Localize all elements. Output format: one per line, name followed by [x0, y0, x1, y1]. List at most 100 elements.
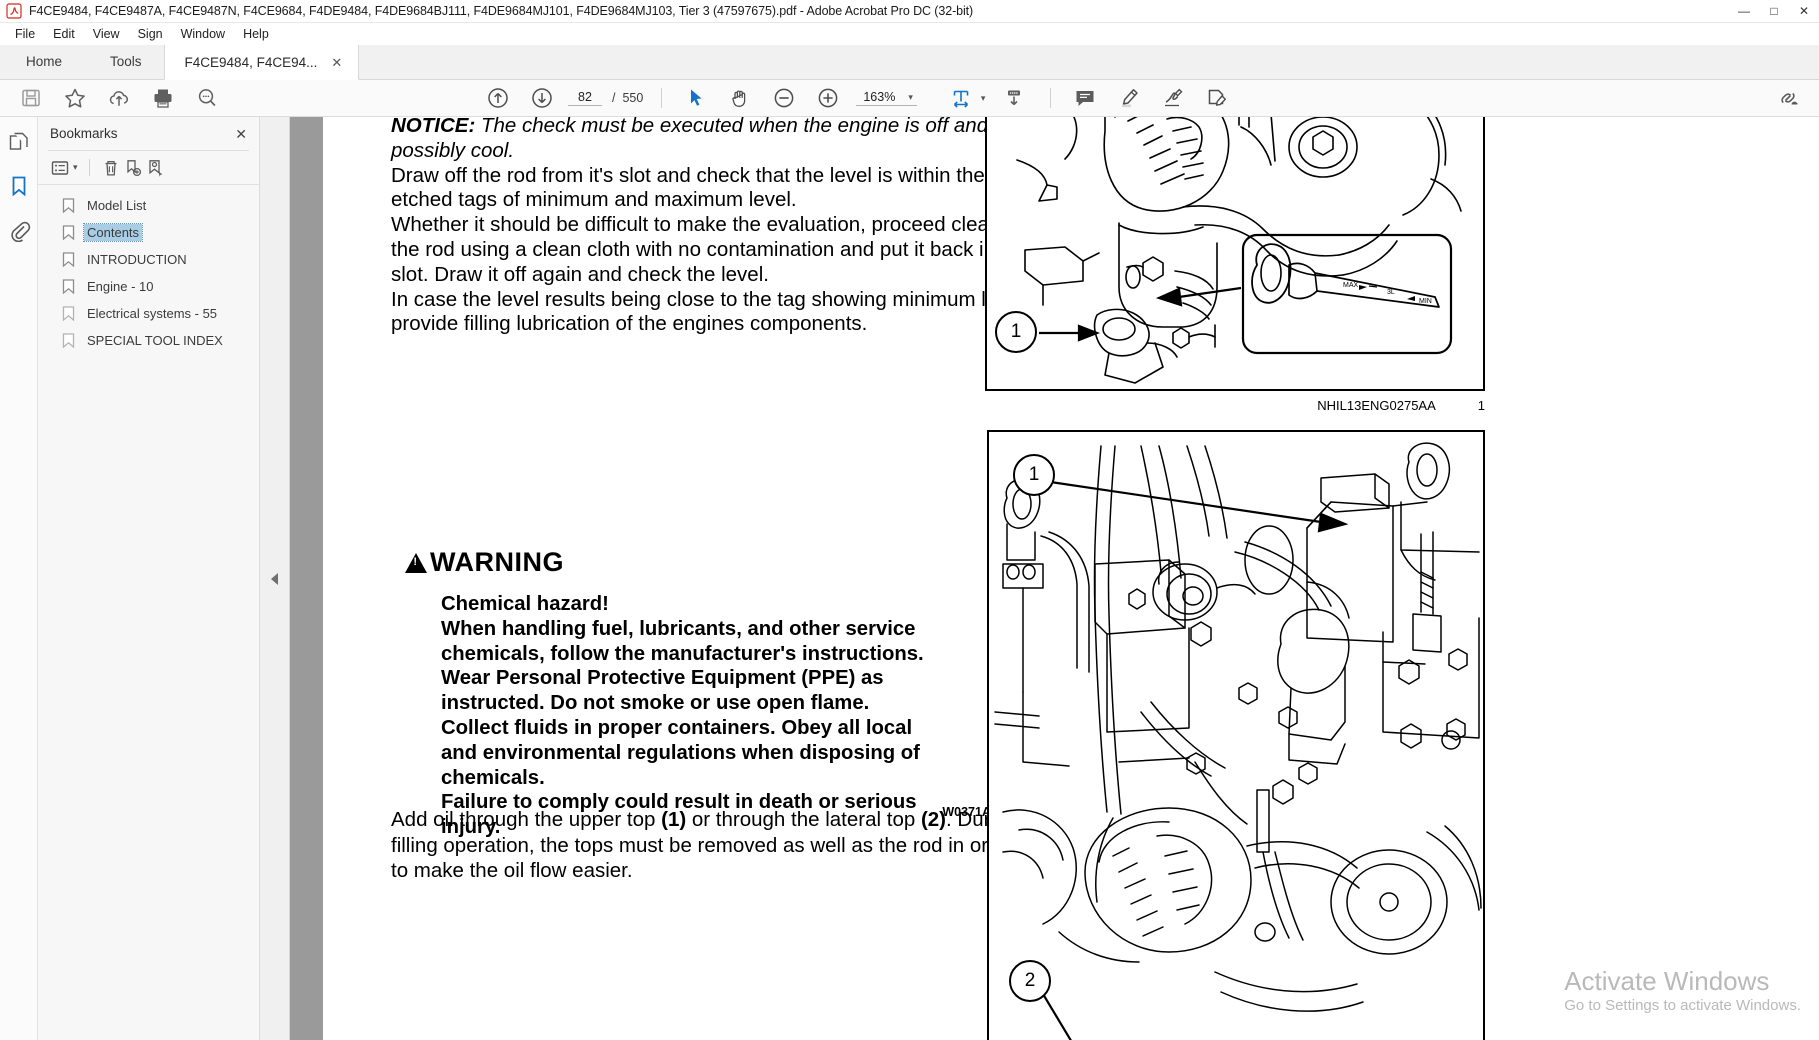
zoom-in-icon[interactable] [815, 85, 841, 111]
save-icon[interactable] [18, 85, 44, 111]
menu-file[interactable]: File [6, 25, 44, 43]
search-icon[interactable] [194, 85, 220, 111]
bookmarks-icon[interactable] [7, 174, 31, 198]
page-number-input[interactable]: 82 [568, 90, 602, 106]
tab-tools[interactable]: Tools [88, 44, 164, 79]
annotation-tools-group [1063, 85, 1239, 111]
bookmark-item-special-tool-index[interactable]: SPECIAL TOOL INDEX [38, 327, 259, 354]
chevron-left-icon [271, 572, 278, 585]
maximize-button[interactable]: □ [1759, 0, 1789, 23]
zoom-level-value: 163% [863, 90, 896, 104]
bookmark-icon [62, 225, 75, 241]
bookmark-target-icon[interactable] [145, 158, 165, 178]
delete-bookmark-icon[interactable] [101, 158, 121, 178]
bookmark-icon [62, 333, 75, 349]
engine-drawing-1: MAX 3L MIN [1016, 117, 1462, 384]
toolbar-divider-1 [661, 88, 663, 108]
page-separator: / [612, 91, 616, 105]
view-tools-group: 163% ▾ [674, 85, 917, 111]
share-link-icon[interactable] [1775, 85, 1801, 111]
paragraph-2: Whether it should be difficult to make t… [391, 213, 1028, 286]
menu-sign[interactable]: Sign [129, 25, 172, 43]
menu-window[interactable]: Window [172, 25, 234, 43]
paragraph-3: In case the level results being close to… [391, 287, 1030, 336]
bookmarks-toolbar: ▾ [38, 151, 259, 184]
bookmark-item-engine[interactable]: Engine - 10 [38, 273, 259, 300]
callout-label: 2 [1024, 970, 1036, 991]
engine-drawing-2 [994, 442, 1482, 1040]
hand-pan-icon[interactable] [727, 85, 753, 111]
bookmark-options-icon[interactable] [50, 158, 70, 178]
final-paragraph-a: Add oil through the upper top [391, 808, 662, 831]
zoom-out-icon[interactable] [771, 85, 797, 111]
star-icon[interactable] [62, 85, 88, 111]
bookmark-label: Contents [82, 223, 144, 242]
callout-1-figure-2: 1 [1013, 454, 1055, 496]
page-nav-group: 82 / 550 [476, 85, 647, 111]
close-icon[interactable]: ✕ [331, 56, 342, 69]
bookmark-label: Engine - 10 [87, 279, 154, 294]
bookmark-item-contents[interactable]: Contents [38, 219, 259, 246]
close-icon[interactable]: ✕ [235, 127, 247, 141]
bookmark-icon [62, 306, 75, 322]
pdf-page: NOTICE: The check must be executed when … [323, 117, 1819, 1040]
minimize-button[interactable]: — [1729, 0, 1759, 23]
page-shadow [290, 117, 323, 1040]
page-thumbnails-icon[interactable] [7, 130, 31, 154]
window-title: F4CE9484, F4CE9487A, F4CE9487N, F4CE9684… [29, 4, 974, 18]
callout-ref-2: (2) [920, 808, 947, 831]
tab-document-label: F4CE9484, F4CE94... [184, 54, 318, 70]
warning-block: WARNING Chemical hazard! When handling f… [405, 547, 1005, 840]
dipstick-max-label: MAX [1343, 282, 1359, 289]
highlight-icon[interactable] [1116, 85, 1142, 111]
cursor-select-icon[interactable] [683, 85, 709, 111]
print-icon[interactable] [150, 85, 176, 111]
previous-page-icon[interactable] [485, 85, 511, 111]
tab-home[interactable]: Home [0, 44, 88, 79]
scroll-mode-icon[interactable] [1001, 85, 1027, 111]
chevron-down-icon[interactable]: ▾ [908, 92, 913, 103]
warning-heading: WARNING [430, 547, 564, 577]
close-button[interactable]: ✕ [1789, 0, 1819, 23]
acrobat-window: F4CE9484, F4CE9487A, F4CE9487N, F4CE9684… [0, 0, 1819, 1040]
bookmark-icon [62, 252, 75, 268]
attachments-icon[interactable] [7, 218, 31, 243]
menu-help[interactable]: Help [234, 25, 278, 43]
zoom-level-box[interactable]: 163% ▾ [856, 90, 917, 106]
bookmark-label: Electrical systems - 55 [87, 306, 218, 321]
menu-edit[interactable]: Edit [44, 25, 84, 43]
bookmark-item-model-list[interactable]: Model List [38, 192, 259, 219]
chevron-down-icon[interactable]: ▾ [73, 162, 78, 173]
bookmark-item-electrical-systems[interactable]: Electrical systems - 55 [38, 300, 259, 327]
notice-paragraph: NOTICE: The check must be executed when … [391, 117, 1031, 164]
window-controls: — □ ✕ [1729, 0, 1819, 23]
sign-icon[interactable] [1160, 85, 1186, 111]
callout-label: 1 [1028, 464, 1040, 485]
divider [88, 159, 90, 176]
page-text-column: NOTICE: The check must be executed when … [391, 117, 1031, 337]
dipstick-min-label: MIN [1419, 298, 1432, 305]
menu-view[interactable]: View [84, 25, 129, 43]
callout-label: 1 [1010, 321, 1022, 342]
tab-document[interactable]: F4CE9484, F4CE94... ✕ [163, 45, 360, 80]
warning-line-1: Chemical hazard! [441, 593, 609, 615]
add-comment-icon[interactable] [1072, 85, 1098, 111]
toolbar-divider-2 [1050, 88, 1052, 108]
fit-page-width-icon[interactable] [948, 85, 974, 111]
panel-collapse-handle[interactable] [260, 117, 290, 1040]
new-bookmark-icon[interactable] [123, 158, 143, 178]
bookmark-item-introduction[interactable]: INTRODUCTION [38, 246, 259, 273]
tab-home-label: Home [26, 54, 63, 69]
document-view[interactable]: NOTICE: The check must be executed when … [290, 117, 1819, 1040]
bookmarks-header: Bookmarks ✕ [38, 117, 259, 150]
acrobat-logo-icon [6, 3, 22, 19]
next-page-icon[interactable] [529, 85, 555, 111]
chevron-down-icon[interactable]: ▾ [981, 93, 986, 104]
figure-2: 1 2 [987, 430, 1485, 1040]
tab-tools-label: Tools [110, 54, 142, 69]
edit-pdf-icon[interactable] [1204, 85, 1230, 111]
bookmark-label: INTRODUCTION [87, 252, 187, 267]
figure-1-caption: NHIL13ENG0275AA 1 [985, 398, 1485, 413]
paragraph-1: Draw off the rod from it's slot and chec… [391, 163, 985, 212]
upload-cloud-icon[interactable] [106, 85, 132, 111]
